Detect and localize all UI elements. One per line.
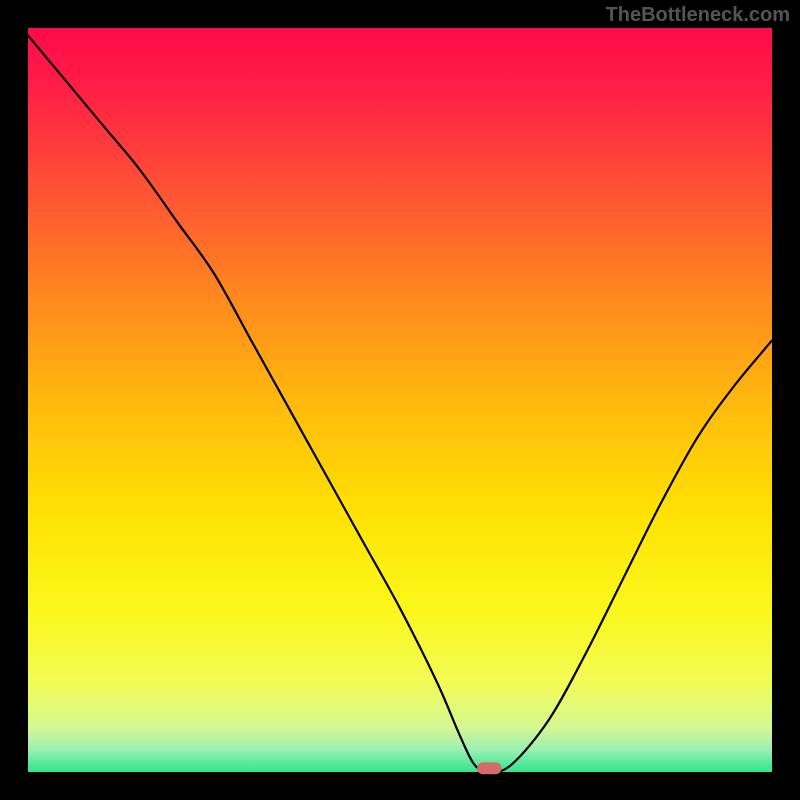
bottleneck-chart <box>0 0 800 800</box>
watermark-text: TheBottleneck.com <box>606 4 790 27</box>
plot-area <box>28 28 772 772</box>
optimal-marker <box>477 762 502 774</box>
chart-container: TheBottleneck.com <box>0 0 800 800</box>
